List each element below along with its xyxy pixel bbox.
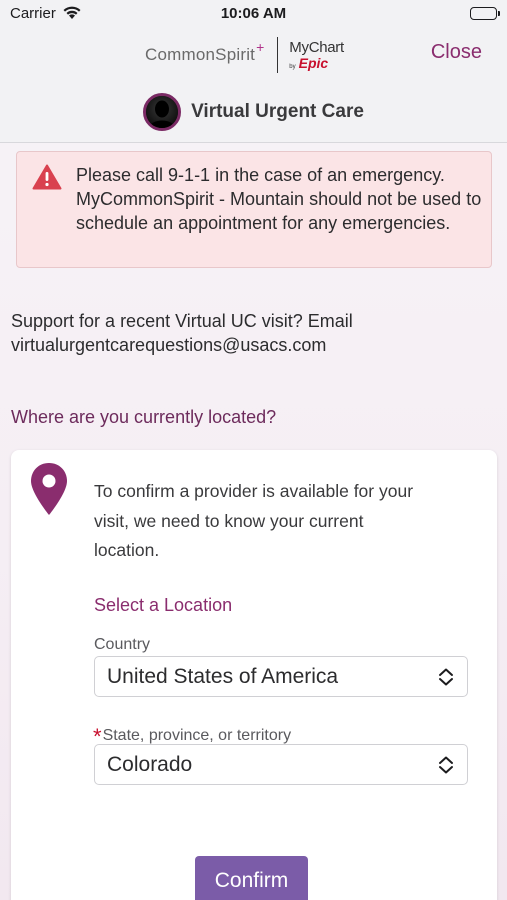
- commonspirit-plus-mark: +: [256, 39, 265, 55]
- updown-chevron-icon: [437, 667, 455, 693]
- country-label: Country: [94, 636, 151, 653]
- by-text: by: [289, 64, 296, 70]
- country-select[interactable]: United States of America: [94, 656, 468, 697]
- logo-divider: [277, 37, 279, 73]
- location-description: To confirm a provider is available for y…: [94, 481, 414, 560]
- country-value: United States of America: [107, 664, 339, 688]
- alert-message: Please call 9-1-1 in the case of an emer…: [76, 165, 482, 233]
- select-location-heading: Select a Location: [94, 595, 233, 615]
- state-label: *State, province, or territory: [93, 720, 292, 749]
- epic-text: by Epic: [289, 56, 344, 70]
- location-question-heading: Where are you currently located?: [11, 407, 277, 427]
- close-button[interactable]: Close: [431, 41, 482, 64]
- battery-icon: [470, 7, 500, 20]
- mychart-logo: MyChart by Epic: [289, 40, 344, 70]
- brand-logo: CommonSpirit + MyChart by Epic: [145, 34, 344, 76]
- state-label-text: State, province, or territory: [102, 727, 292, 744]
- location-pin-icon: [30, 462, 68, 521]
- page-title-row: Virtual Urgent Care: [0, 92, 507, 132]
- support-message: Support for a recent Virtual UC visit? E…: [11, 311, 353, 355]
- confirm-button[interactable]: Confirm: [195, 856, 308, 900]
- avatar: [143, 93, 182, 131]
- page-title: Virtual Urgent Care: [191, 101, 364, 122]
- epic-label: Epic: [298, 55, 329, 71]
- status-bar: Carrier 10:06 AM: [0, 0, 507, 28]
- state-select[interactable]: Colorado: [94, 744, 468, 785]
- status-time: 10:06 AM: [220, 5, 287, 22]
- commonspirit-logo: CommonSpirit: [145, 45, 256, 64]
- emergency-alert: Please call 9-1-1 in the case of an emer…: [16, 151, 492, 268]
- location-card: To confirm a provider is available for y…: [11, 450, 497, 900]
- state-value: Colorado: [107, 752, 193, 776]
- mychart-text: MyChart: [289, 39, 344, 56]
- warning-triangle-icon: [32, 164, 62, 195]
- app-header: CommonSpirit + MyChart by Epic Close Virt…: [0, 28, 507, 143]
- updown-chevron-icon: [437, 755, 455, 781]
